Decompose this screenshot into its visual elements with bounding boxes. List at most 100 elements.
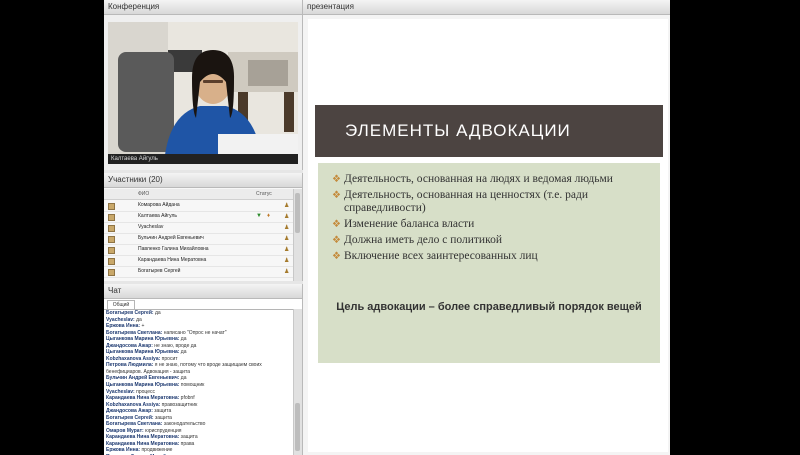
chat-message-author: Ержова Инна: [106,323,141,330]
participant-name: Карандаева Нина Мератовна [138,257,207,263]
chat-message-author: Богатырев Сергей: [106,310,154,316]
slide-bullet: ❖ Включение всех заинтересованных лиц [332,250,652,263]
participant-name: Бульчин Андрей Евгеньевич [138,235,204,241]
chat-message-author: Бульчин Андрей Евгеньевич: [106,375,180,382]
chat-message-author: Vyacheslav: [106,316,135,323]
slide-bullet: ❖ Изменение баланса власти [332,218,652,231]
conference-header: Конференция [104,0,302,15]
chat-message-author: Карандаева Нина Мератовна: [106,434,180,441]
bullet-diamond-icon: ❖ [332,174,341,185]
participant-marker-icon [108,269,115,276]
participants-header: Участники (20) [104,173,302,188]
chat-message-author: Kobzhaxanova Assiya: [106,401,161,408]
chat-message-text: просит [160,355,178,362]
chat-message-author: Богатырев Сергей: [106,414,154,421]
participant-name: Павленко Галина Михайловна [138,246,209,252]
participants-panel: Участники (20) ФИО Статус Комарова Айдан… [104,173,303,281]
chat-message-author: Цыганкова Марина Юрьевна: [106,349,180,356]
chat-header: Чат [104,284,302,299]
participants-columns: ФИО Статус [104,189,294,200]
chat-message-text: не знаю, вроде да [152,342,197,349]
chat-messages[interactable]: Богатырев Сергей: да Vyacheslav: да Ержова… [104,309,294,455]
chat-message-text: права [179,440,195,447]
chat-message-author: Ержова Инна: [106,447,141,454]
chat-message-text: написано "Опрос не начат" [162,329,227,336]
chat-message-text: процесс [134,388,155,395]
chat-message-text: защита [179,434,198,441]
slide-content: ❖ Деятельность, основанная на людях и вед… [318,163,660,363]
person-icon: ♟ [284,258,290,264]
slide-bullet: ❖ Деятельность, основанная на ценностях (… [332,189,652,215]
chat-message-text: продвижение [140,447,173,454]
person-icon: ♟ [284,247,290,253]
slide-goal: Цель адвокации – более справедливый поря… [336,301,642,313]
chat-tab-general[interactable]: Общий [107,300,135,309]
participant-marker-icon [108,258,115,265]
video-feed[interactable]: Калтаева Айгуль [108,22,298,164]
bullet-diamond-icon: ❖ [332,190,341,201]
conference-panel: Конференция Калтаева Айгуль [104,0,303,170]
chat-message-text: pfobnf [179,395,195,402]
chat-message-text: правозащитник [160,401,198,408]
participant-marker-icon [108,247,115,254]
participant-marker-icon [108,225,115,232]
chat-message-author: Цыганкова Марина Юрьевна: [106,336,180,343]
chat-message-author: Омаров Мурат: [106,427,144,434]
participant-name: Богатырев Сергей [138,268,181,274]
chat-message-author: Богатырева Светлана: [106,329,163,336]
column-name[interactable]: ФИО [138,191,149,197]
chat-message-author: Kobzhaxanova Assiya: [106,355,161,362]
slide-bullet-text: Деятельность, основанная на ценностях (т… [344,189,589,214]
chat-message-text: законодательство [162,421,206,428]
chat-message-author: Карандаева Нина Мератовна: [106,440,180,447]
column-status[interactable]: Статус [256,191,272,197]
chat-message-text: помощник [179,382,205,389]
video-caption: Калтаева Айгуль [108,154,298,164]
chat-panel: Чат Общий Богатырев Сергей: да Vyacheslav… [104,284,303,455]
slide-bullet-text: Должна иметь дело с политикой [344,234,502,246]
slide-bullet: ❖ Должна иметь дело с политикой [332,234,652,247]
participant-name: Калтаева Айгуль [138,213,178,219]
chat-message-text: юриспруденция [143,427,182,434]
webinar-app: Конференция Калтаева Айгуль Участники (2… [104,0,670,455]
bullet-diamond-icon: ❖ [332,219,341,230]
chat-message-text: да [179,336,187,343]
presentation-header: презентация [303,0,670,15]
chat-message-author: Петрова Людмила: [106,362,154,369]
slide-bullet-text: Изменение баланса власти [344,218,475,230]
participant-marker-icon [108,203,115,210]
person-icon: ♟ [284,269,290,275]
presentation-panel: презентация ЭЛЕМЕНТЫ АДВОКАЦИИ ❖ Деятельн… [303,0,670,455]
bullet-diamond-icon: ❖ [332,251,341,262]
chat-message-text: да [134,316,142,323]
person-icon: ♟ [284,214,290,220]
chat-message-text: + [140,323,145,330]
camera-icon: ▼ [256,213,262,219]
chat-message-text: защита [153,414,172,421]
participants-scrollbar[interactable] [293,189,302,281]
slide-bullet-text: Деятельность, основанная на людях и ведо… [344,173,613,185]
participant-marker-icon [108,214,115,221]
chat-message-author: Богатырева Светлана: [106,421,163,428]
chat-message-author: Карандаева Нина Мератовна: [106,395,180,402]
slide-title: ЭЛЕМЕНТЫ АДВОКАЦИИ [315,105,663,157]
chat-scrollbar[interactable] [293,309,302,455]
bullet-diamond-icon: ❖ [332,235,341,246]
person-icon: ♟ [284,203,290,209]
chat-message-text: защита [152,408,172,415]
slide-bullet-text: Включение всех заинтересованных лиц [344,250,538,262]
chat-message-author: Цыганкова Марина Юрьевна: [106,382,180,389]
participant-name: Комарова Айдана [138,202,180,208]
chat-message-text: бенефициаров. Адвокация - защита [106,368,190,375]
chat-message-author: Vyacheslav: [106,388,135,395]
chat-scroll-thumb[interactable] [295,403,300,451]
participants-scroll-thumb[interactable] [295,193,300,233]
person-icon: ♟ [284,225,290,231]
participant-row[interactable]: Богатырев Сергей ♟ [104,266,294,278]
participant-marker-icon [108,236,115,243]
slide-bullets: ❖ Деятельность, основанная на людях и вед… [318,163,660,263]
chat-message-text: я не знаю, потому что вроде защищаем сво… [153,362,262,369]
slide-bullet: ❖ Деятельность, основанная на людях и вед… [332,173,652,186]
participant-name: Vyacheslav [138,224,164,230]
chat-message-text: да [179,375,187,382]
